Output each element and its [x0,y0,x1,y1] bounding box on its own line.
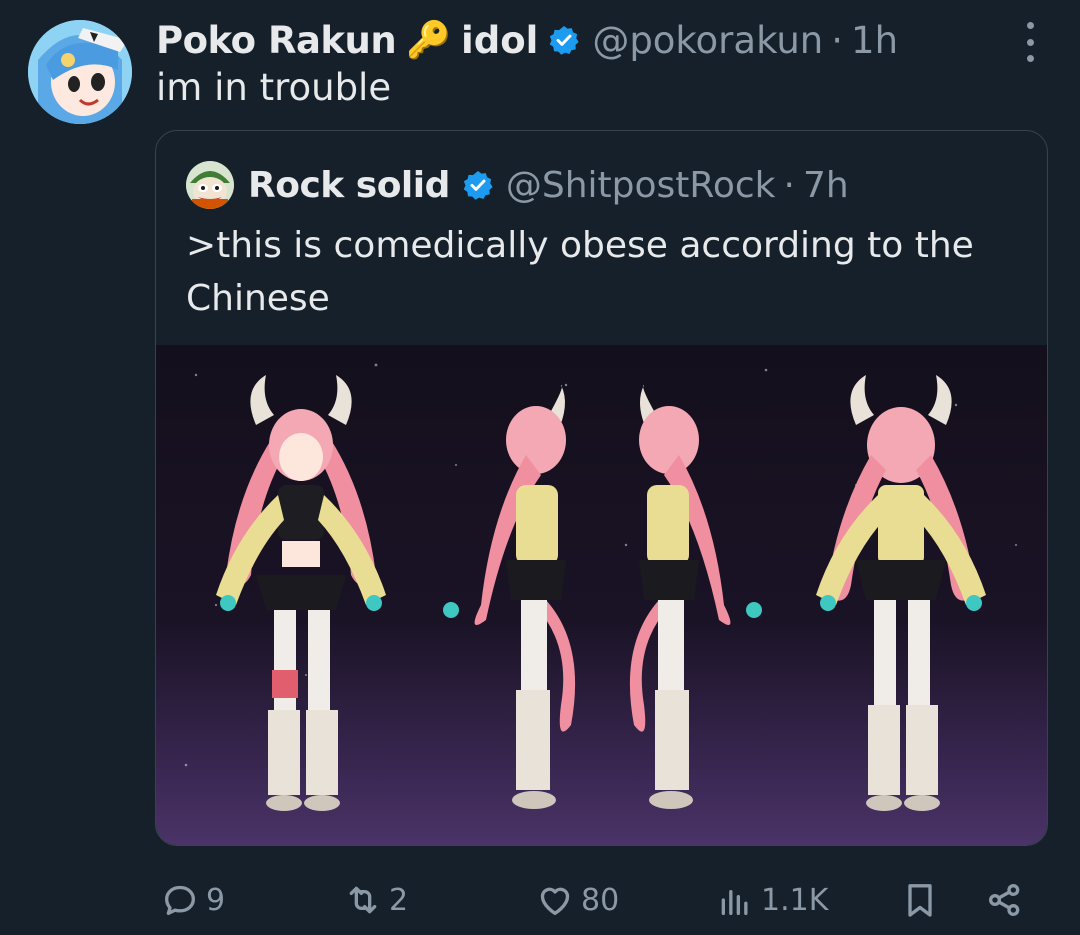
separator-dot: · [831,18,844,62]
character-reference-illustration [184,363,1017,811]
quoted-post[interactable]: Rock solid @ShitpostRock · 7h >this is c… [155,130,1048,846]
quoted-post-header: Rock solid @ShitpostRock · 7h [186,161,849,209]
bookmark-button[interactable] [900,870,940,930]
quoted-author-name[interactable]: Rock solid [248,165,450,206]
like-button[interactable]: 80 [535,870,619,930]
view-count: 1.1K [761,882,829,918]
repost-icon [349,886,377,914]
quoted-author-handle[interactable]: @ShitpostRock [506,165,776,206]
post-time[interactable]: 1h [851,19,898,62]
bookmark-icon [908,884,932,917]
quoted-separator-dot: · [783,164,795,206]
verified-icon [550,26,579,55]
more-icon[interactable] [1020,22,1040,62]
quoted-post-time[interactable]: 7h [803,165,849,206]
post-text: im in trouble [156,66,392,109]
key-emoji-icon: 🔑 [406,20,452,61]
author-handle[interactable]: @pokorakun [592,19,823,62]
action-bar: 9 2 80 1.1K [0,870,1080,930]
quoted-verified-icon [463,171,493,200]
views-icon [721,890,748,915]
like-count: 80 [581,882,620,918]
author-role-label: idol [461,18,539,62]
like-icon [540,887,570,915]
reply-icon [165,885,195,915]
author-avatar[interactable] [28,20,132,124]
quoted-media-image[interactable] [156,345,1047,845]
author-name[interactable]: Poko Rakun [156,19,397,62]
share-button[interactable] [985,870,1025,930]
repost-count: 2 [389,882,409,918]
reply-count: 9 [206,882,226,918]
post-header: Poko Rakun 🔑 idol @pokorakun · 1h [156,14,898,66]
quoted-author-avatar[interactable] [186,161,234,209]
share-icon [989,884,1020,916]
reply-button[interactable]: 9 [160,870,225,930]
repost-button[interactable]: 2 [343,870,408,930]
quoted-post-text: >this is comedically obese according to … [186,225,974,319]
views-button[interactable]: 1.1K [715,870,828,930]
